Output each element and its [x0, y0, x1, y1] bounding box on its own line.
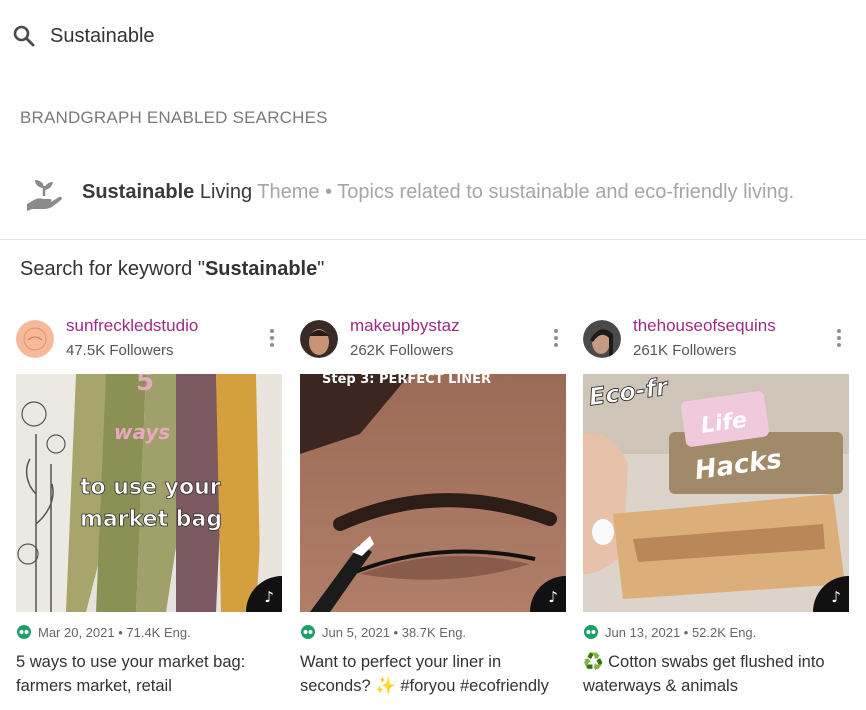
- card-header: thehouseofsequins 261K Followers: [583, 308, 851, 368]
- suggestion-match: Sustainable: [82, 181, 195, 203]
- divider: [0, 239, 866, 240]
- avatar[interactable]: [300, 320, 338, 358]
- creator-handle[interactable]: sunfreckledstudio: [66, 316, 198, 336]
- keyword-value: Sustainable: [204, 258, 318, 280]
- meta-text: Jun 5, 2021 • 38.7K Eng.: [322, 625, 467, 640]
- search-bar[interactable]: [0, 0, 866, 70]
- post-meta: Mar 20, 2021 • 71.4K Eng.: [16, 624, 191, 642]
- plant-hand-icon: [27, 180, 62, 211]
- post-meta: Jun 13, 2021 • 52.2K Eng.: [583, 624, 756, 642]
- creator-handle[interactable]: makeupbystaz: [350, 316, 460, 336]
- post-caption: ♻️ Cotton swabs get flushed into waterwa…: [583, 653, 825, 695]
- post-caption: Want to perfect your liner in seconds? ✨…: [300, 653, 549, 695]
- more-vert-icon[interactable]: [552, 328, 560, 348]
- suggestion-rest: Living: [194, 181, 253, 203]
- video-thumbnail[interactable]: 5 ways to use your market bag ♪: [16, 374, 282, 612]
- keyword-search-heading[interactable]: Search for keyword "Sustainable": [20, 258, 324, 281]
- overlay-line: market bag: [80, 507, 222, 532]
- search-icon: [13, 25, 35, 47]
- overlay-line: Step 3: PERFECT LINER: [322, 374, 491, 387]
- result-card[interactable]: sunfreckledstudio 47.5K Followers 5 ways…: [16, 308, 284, 708]
- video-thumbnail[interactable]: Step 3: PERFECT LINER ♪: [300, 374, 566, 612]
- search-input[interactable]: [50, 20, 750, 52]
- result-card[interactable]: makeupbystaz 262K Followers Step 3: PERF…: [300, 308, 568, 708]
- suggestion-text: Sustainable Living Theme • Topics relate…: [82, 181, 794, 204]
- section-title: BRANDGRAPH ENABLED SEARCHES: [20, 108, 328, 127]
- meta-text: Mar 20, 2021 • 71.4K Eng.: [38, 625, 191, 640]
- result-card[interactable]: thehouseofsequins 261K Followers Eco-fr …: [583, 308, 851, 708]
- follower-count: 47.5K Followers: [66, 342, 174, 359]
- engagement-icon: [301, 625, 315, 639]
- suggestion-description: Theme • Topics related to sustainable an…: [257, 181, 795, 203]
- more-vert-icon[interactable]: [835, 328, 843, 348]
- brandgraph-suggestion[interactable]: Sustainable Living Theme • Topics relate…: [0, 168, 866, 222]
- follower-count: 262K Followers: [350, 342, 454, 359]
- post-caption: 5 ways to use your market bag: farmers m…: [16, 653, 246, 695]
- avatar[interactable]: [583, 320, 621, 358]
- more-vert-icon[interactable]: [268, 328, 276, 348]
- card-header: makeupbystaz 262K Followers: [300, 308, 568, 368]
- avatar[interactable]: [16, 320, 54, 358]
- follower-count: 261K Followers: [633, 342, 737, 359]
- video-thumbnail[interactable]: Eco-fr Life Hacks ♪: [583, 374, 849, 612]
- meta-text: Jun 13, 2021 • 52.2K Eng.: [605, 625, 757, 640]
- engagement-icon: [584, 625, 598, 639]
- keyword-suffix: ": [317, 258, 325, 280]
- overlay-line: 5: [136, 374, 154, 397]
- overlay-line: to use your: [80, 475, 221, 500]
- card-header: sunfreckledstudio 47.5K Followers: [16, 308, 284, 368]
- overlay-line: ways: [114, 420, 170, 444]
- engagement-icon: [17, 625, 31, 639]
- post-meta: Jun 5, 2021 • 38.7K Eng.: [300, 624, 466, 642]
- creator-handle[interactable]: thehouseofsequins: [633, 316, 776, 336]
- keyword-prefix: Search for keyword ": [20, 258, 205, 280]
